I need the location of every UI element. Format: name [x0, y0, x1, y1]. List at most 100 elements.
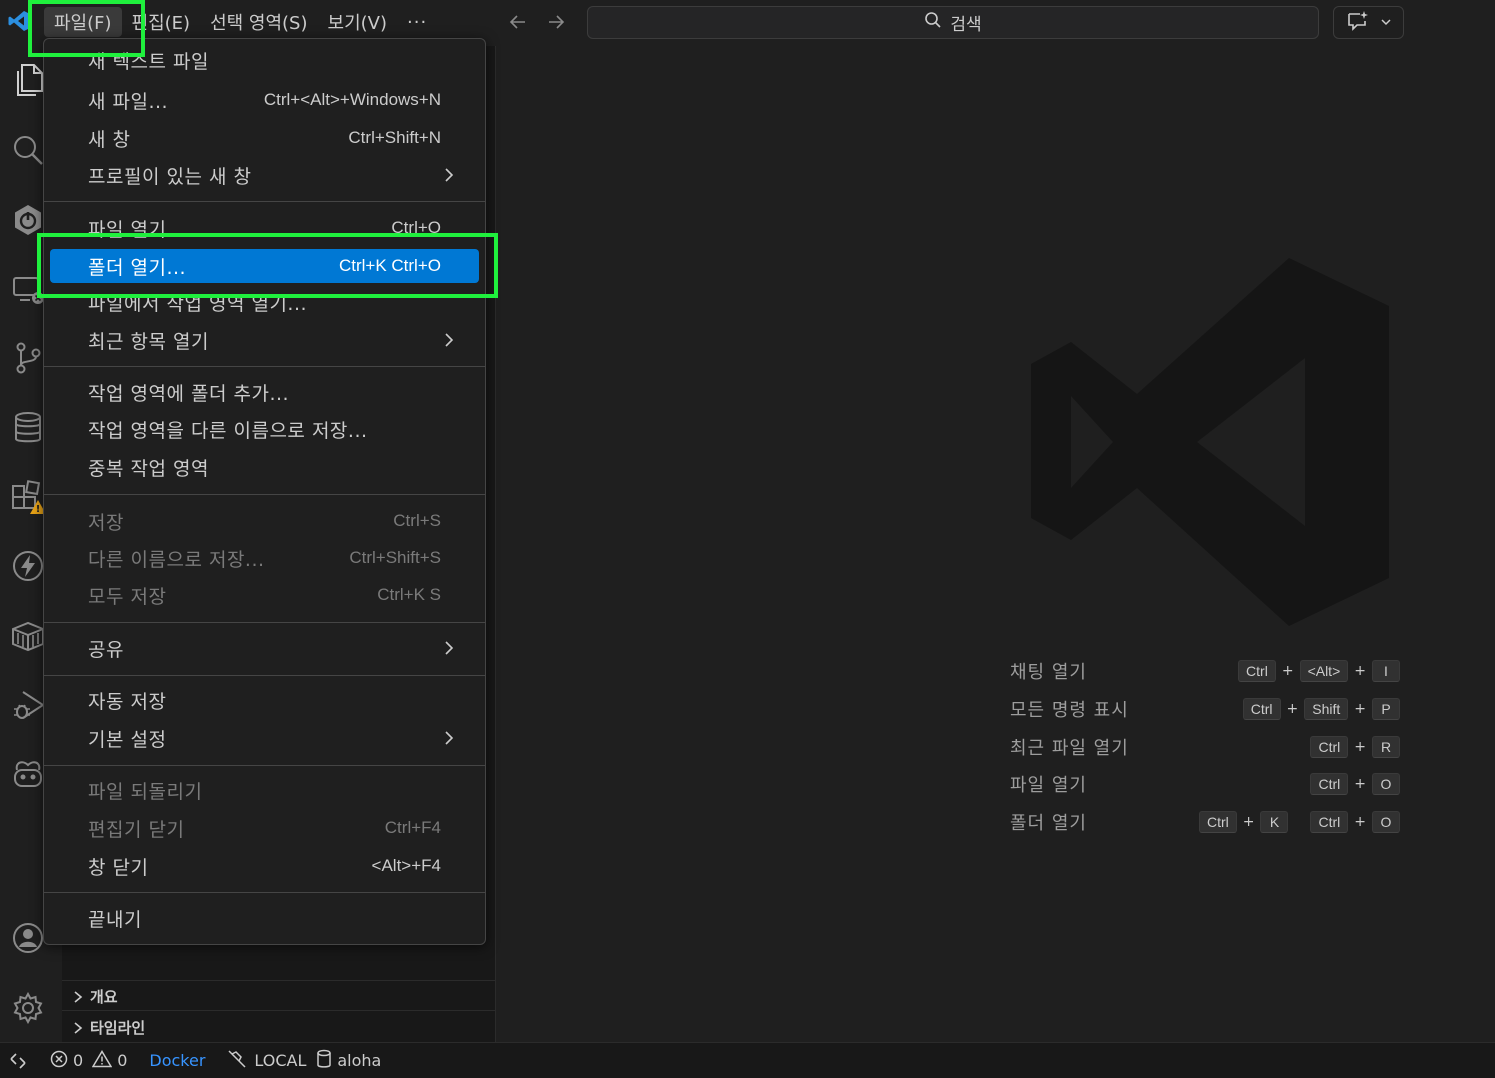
menu-view[interactable]: 보기(V): [318, 7, 397, 37]
menu-separator: [44, 201, 485, 202]
sidebar-divider: [62, 980, 496, 981]
key-cap: R: [1372, 736, 1400, 758]
menu-exit[interactable]: 끝내기: [50, 901, 479, 935]
key-cap: <Alt>: [1299, 660, 1349, 682]
chevron-right-icon: [445, 333, 454, 347]
timeline-section-label: 타임라인: [90, 1019, 146, 1037]
warning-icon: [91, 1049, 113, 1072]
editor-area: 채팅 열기 Ctrl + <Alt> + I 모든 명령 표시 Ctrl + Shif…: [497, 46, 1495, 1042]
chat-button[interactable]: [1333, 6, 1404, 39]
menu-selection[interactable]: 선택 영역(S): [200, 7, 317, 37]
menu-new-window[interactable]: 새 창 Ctrl+Shift+N: [50, 121, 479, 155]
key-cap: Shift: [1304, 698, 1349, 720]
menu-new-file[interactable]: 새 파일... Ctrl+<Alt>+Windows+N: [50, 83, 479, 117]
chevron-right-icon: [445, 731, 454, 745]
menu-revert-file[interactable]: 파일 되돌리기: [50, 773, 479, 807]
search-label: 검색: [950, 15, 982, 35]
command-center-search[interactable]: 검색: [587, 6, 1319, 39]
menu-add-folder-to-workspace[interactable]: 작업 영역에 폴더 추가...: [50, 375, 479, 409]
database-icon[interactable]: [10, 410, 46, 446]
key-cap: P: [1372, 698, 1400, 720]
menu-auto-save[interactable]: 자동 저장: [50, 683, 479, 717]
search-icon: [924, 11, 942, 34]
menu-save-workspace-as[interactable]: 작업 영역을 다른 이름으로 저장...: [50, 412, 479, 446]
key-cap: Ctrl: [1198, 811, 1237, 833]
shortcut-label: 파일 열기: [1010, 775, 1087, 796]
problems-indicator[interactable]: 0 0: [50, 1049, 128, 1072]
docker-status[interactable]: Docker: [149, 1051, 205, 1070]
chevron-right-icon: [445, 168, 454, 182]
lightning-icon[interactable]: [10, 548, 46, 584]
shortcut-row: 채팅 열기 Ctrl + <Alt> + I: [1010, 658, 1400, 684]
key-cap: O: [1372, 773, 1400, 795]
source-control-icon[interactable]: [10, 340, 46, 376]
menu-separator: [44, 622, 485, 623]
menu-save-all[interactable]: 모두 저장 Ctrl+K S: [50, 578, 479, 612]
chevron-right-icon: [445, 641, 454, 655]
menu-duplicate-workspace[interactable]: 중복 작업 영역: [50, 450, 479, 484]
account-icon[interactable]: [10, 920, 46, 956]
warning-count: 0: [117, 1051, 128, 1070]
key-cap: Ctrl: [1238, 660, 1276, 682]
menu-close-editor[interactable]: 편집기 닫기 Ctrl+F4: [50, 811, 479, 845]
highlight-open-folder: [37, 233, 498, 298]
database-small-icon: [316, 1049, 332, 1073]
menu-preferences[interactable]: 기본 설정: [50, 721, 479, 755]
search-view-icon[interactable]: [10, 132, 46, 168]
menu-save-as[interactable]: 다른 이름으로 저장... Ctrl+Shift+S: [50, 541, 479, 575]
menu-open-recent[interactable]: 최근 항목 열기: [50, 323, 479, 357]
file-menu-dropdown: 새 텍스트 파일 새 파일... Ctrl+<Alt>+Windows+N 새 창…: [43, 38, 486, 945]
menu-separator: [44, 765, 485, 766]
chat-sparkle-icon: [1346, 10, 1370, 36]
chevron-down-icon: [1380, 13, 1392, 32]
shortcut-row: 최근 파일 열기 Ctrl + R: [1010, 734, 1400, 760]
chevron-right-icon: [74, 990, 83, 1003]
key-cap: I: [1372, 660, 1400, 682]
shortcut-label: 최근 파일 열기: [1010, 738, 1129, 759]
key-cap: K: [1260, 811, 1289, 833]
explorer-icon[interactable]: [10, 62, 46, 98]
menu-save[interactable]: 저장 Ctrl+S: [50, 504, 479, 538]
vscode-logo-icon: [8, 10, 30, 32]
outline-section-header[interactable]: 개요: [72, 986, 118, 1007]
menu-close-window[interactable]: 창 닫기 <Alt>+F4: [50, 849, 479, 883]
status-bar: 0 0 Docker LOCAL aloha: [0, 1042, 1495, 1078]
svg-text:!: !: [36, 504, 41, 515]
shortcut-row: 파일 열기 Ctrl + O: [1010, 771, 1400, 797]
key-cap: O: [1372, 811, 1400, 833]
back-arrow-icon[interactable]: [506, 10, 530, 34]
highlight-file-menu: [28, 0, 145, 57]
menu-share[interactable]: 공유: [50, 631, 479, 665]
menu-more-button[interactable]: ···: [397, 7, 437, 37]
shortcut-row: 모든 명령 표시 Ctrl + Shift + P: [1010, 696, 1400, 722]
remote-indicator-icon[interactable]: [0, 1052, 36, 1070]
plug-icon: [227, 1049, 249, 1073]
sql-connection-status[interactable]: LOCAL: [227, 1049, 306, 1073]
menu-separator: [44, 366, 485, 367]
key-cap: Ctrl: [1310, 811, 1349, 833]
menu-separator: [44, 675, 485, 676]
error-count: 0: [73, 1051, 84, 1070]
run-debug-icon[interactable]: [10, 688, 46, 724]
key-cap: Ctrl: [1310, 773, 1349, 795]
shortcut-row: 폴더 열기 Ctrl + K Ctrl + O: [1010, 809, 1400, 835]
vscode-watermark-logo: [1027, 256, 1393, 630]
error-icon: [50, 1050, 68, 1072]
shortcut-label: 모든 명령 표시: [1010, 700, 1129, 721]
key-cap: Ctrl: [1310, 736, 1349, 758]
settings-gear-icon[interactable]: [10, 990, 46, 1026]
database-status[interactable]: aloha: [316, 1049, 381, 1073]
timeline-section-header[interactable]: 타임라인: [72, 1017, 145, 1038]
connection-label: LOCAL: [254, 1051, 307, 1070]
shortcut-label: 폴더 열기: [1010, 813, 1087, 834]
copilot-icon[interactable]: [10, 756, 46, 792]
extensions-icon[interactable]: !: [10, 480, 46, 516]
menu-new-window-with-profile[interactable]: 프로필이 있는 새 창: [50, 158, 479, 192]
chevron-right-icon: [74, 1021, 83, 1034]
database-label: aloha: [337, 1051, 382, 1070]
forward-arrow-icon[interactable]: [544, 10, 568, 34]
container-icon[interactable]: [10, 618, 46, 654]
shortcut-label: 채팅 열기: [1010, 662, 1087, 683]
key-cap: Ctrl: [1242, 698, 1281, 720]
sidebar-divider: [62, 1010, 496, 1011]
